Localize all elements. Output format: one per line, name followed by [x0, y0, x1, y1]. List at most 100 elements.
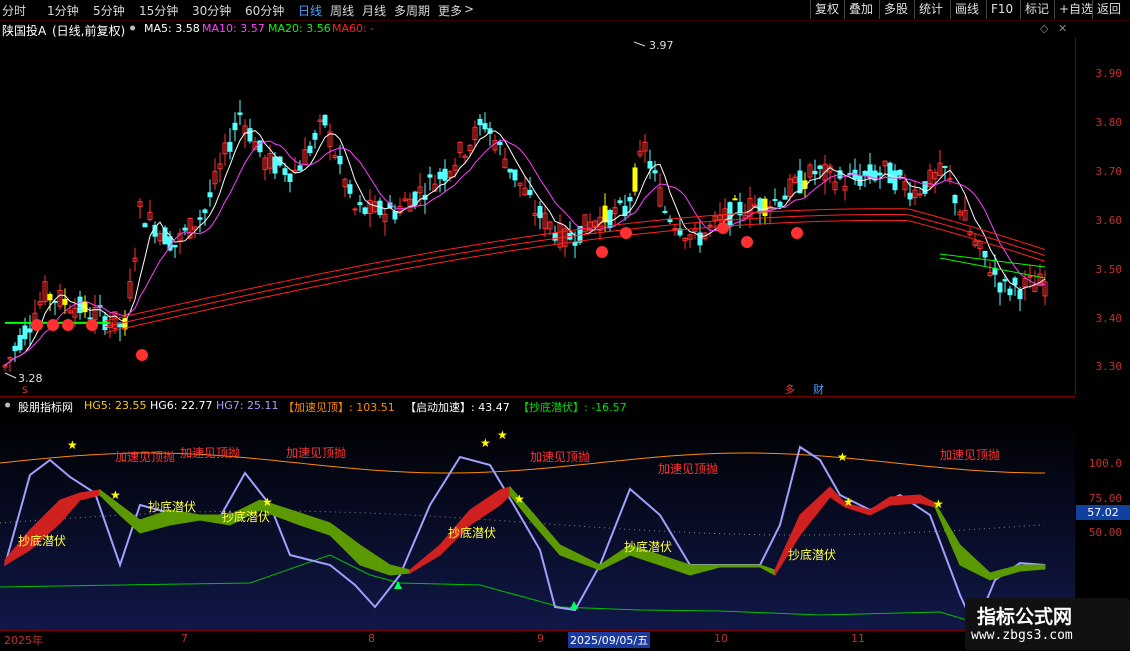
- indicator-tick: 50.00: [1088, 526, 1122, 539]
- tab-daily[interactable]: 日线: [298, 2, 322, 19]
- star-icon: ★: [933, 497, 944, 511]
- price-tick: 3.70: [1095, 165, 1123, 178]
- bottom-lurk-label: 抄底潜伏: [624, 539, 672, 554]
- candle-body: [617, 200, 623, 204]
- date-label: 8: [368, 632, 375, 645]
- candle-body: [497, 141, 503, 145]
- tab-60min[interactable]: 60分钟: [245, 2, 284, 19]
- low-price-pointer: [4, 372, 17, 379]
- star-icon: ★: [837, 450, 848, 464]
- indicator-name: 股朋指标网: [18, 401, 73, 414]
- candle-body: [142, 223, 148, 228]
- candle-body: [47, 294, 53, 301]
- tab-15min[interactable]: 15分钟: [139, 2, 178, 19]
- accelerate-top-label: 加速见顶抛: [940, 447, 1000, 462]
- buy-signal-icon: [717, 222, 729, 234]
- qdjs-value: 【启动加速】: 43.47: [405, 401, 510, 414]
- ma5-value: MA5: 3.58: [144, 22, 200, 35]
- current-value-tag: 57.02: [1076, 505, 1130, 520]
- candle-body: [477, 118, 483, 126]
- candle-body: [652, 170, 658, 174]
- high-price-pointer: [633, 41, 646, 47]
- fuquan-button[interactable]: 复权: [810, 0, 843, 19]
- settings-circle-icon[interactable]: ⚫: [128, 22, 137, 35]
- candle-body: [762, 198, 768, 216]
- indicator-settings-icon[interactable]: ⚫: [3, 399, 12, 412]
- candle-body: [337, 155, 343, 165]
- candle-body: [862, 170, 868, 177]
- buy-signal-icon: [47, 319, 59, 331]
- candle-body: [1017, 290, 1023, 300]
- candle-body: [297, 165, 303, 171]
- tab-30min[interactable]: 30分钟: [192, 2, 231, 19]
- price-tick: 3.90: [1095, 67, 1123, 80]
- candle-body: [1002, 279, 1008, 282]
- candlestick-chart[interactable]: 3.97 3.28 多 财 S: [0, 37, 1076, 396]
- tab-more[interactable]: 更多: [438, 2, 462, 19]
- candle-body: [322, 114, 328, 126]
- back-button[interactable]: 返回: [1092, 0, 1125, 19]
- candle-body: [997, 282, 1003, 293]
- watermark: 指标公式网 www.zbgs3.com: [965, 598, 1130, 650]
- tab-1min[interactable]: 1分钟: [47, 2, 79, 19]
- close-icon[interactable]: ✕: [1058, 22, 1067, 35]
- candle-body: [512, 169, 518, 181]
- ma20-value: MA20: 3.56: [268, 22, 331, 35]
- candle-body: [442, 168, 448, 181]
- candle-body: [772, 199, 778, 202]
- candle-body: [1012, 277, 1018, 286]
- candle-body: [22, 325, 28, 340]
- mark-button[interactable]: 标记: [1020, 0, 1053, 19]
- low-price-label: 3.28: [18, 372, 43, 385]
- date-label: 9: [537, 632, 544, 645]
- star-icon: ★: [843, 495, 854, 509]
- price-tick: 3.50: [1095, 263, 1123, 276]
- candle-body: [507, 168, 513, 173]
- diamond-icon[interactable]: ◇: [1040, 22, 1048, 35]
- stats-button[interactable]: 统计: [914, 0, 947, 19]
- star-icon: ★: [497, 428, 508, 442]
- tab-weekly[interactable]: 周线: [330, 2, 354, 19]
- price-axis: 3.90 3.80 3.70 3.60 3.50 3.40 3.30: [1076, 37, 1130, 395]
- buy-signal-icon: [791, 227, 803, 239]
- buy-signal-icon: [86, 319, 98, 331]
- candle-body: [12, 345, 18, 352]
- bottom-lurk-label: 抄底潜伏: [222, 509, 270, 524]
- buy-signal-icon: [741, 236, 753, 248]
- accelerate-top-label: 加速见顶抛: [658, 461, 718, 476]
- candle-body: [362, 207, 368, 214]
- multi-stock-button[interactable]: 多股: [879, 0, 912, 19]
- candle-body: [27, 328, 33, 333]
- candle-body: [1007, 288, 1013, 296]
- tab-multi-period[interactable]: 多周期: [394, 2, 430, 19]
- candle-body: [197, 217, 203, 220]
- candle-body: [172, 244, 178, 248]
- tab-monthly[interactable]: 月线: [362, 2, 386, 19]
- candle-body: [437, 171, 443, 180]
- bottom-lurk-label: 抄底潜伏: [448, 525, 496, 540]
- candle-body: [392, 211, 398, 220]
- add-favorite-button[interactable]: +自选: [1054, 0, 1097, 19]
- price-tick: 3.60: [1095, 214, 1123, 227]
- candle-body: [982, 250, 988, 258]
- indicator-chart[interactable]: ★ ★ ★ ★ ★ ★ ★ ★ ★ 加速见顶抛 加速见顶抛 加速见顶抛 加速见顶抛 加速见顶抛 加速见顶抛抄…: [0, 415, 1075, 631]
- tab-5min[interactable]: 5分钟: [93, 2, 125, 19]
- indicator-tick: 100.0: [1088, 457, 1122, 470]
- candle-body: [1027, 275, 1033, 278]
- draw-button[interactable]: 画线: [950, 0, 983, 19]
- chevron-right-icon[interactable]: >: [464, 2, 474, 16]
- f10-button[interactable]: F10: [986, 0, 1017, 19]
- tab-fenshi[interactable]: 分时: [2, 2, 26, 19]
- accelerate-top-label: 加速见顶抛: [180, 445, 240, 460]
- candle-body: [237, 112, 243, 115]
- candle-body: [62, 298, 68, 305]
- candle-body: [632, 167, 638, 192]
- date-label: 11: [851, 632, 865, 645]
- candle-body: [287, 173, 293, 183]
- date-label: 7: [181, 632, 188, 645]
- ma10-value: MA10: 3.57: [202, 22, 265, 35]
- candle-body: [697, 232, 703, 246]
- overlay-button[interactable]: 叠加: [844, 0, 877, 19]
- high-price-label: 3.97: [649, 39, 674, 52]
- star-icon: ★: [480, 436, 491, 450]
